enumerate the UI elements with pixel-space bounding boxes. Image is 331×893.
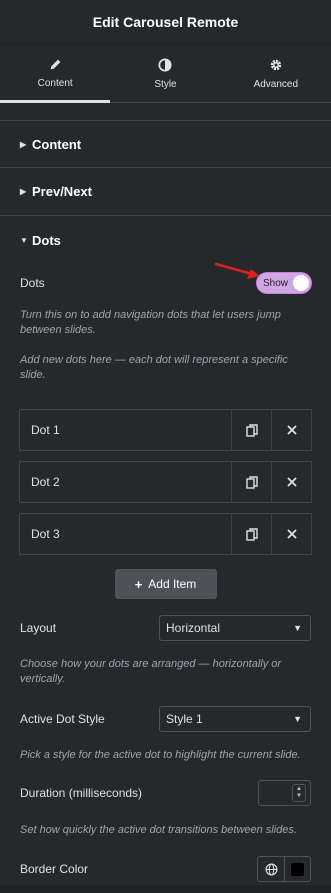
add-item-button[interactable]: + Add Item (114, 569, 217, 599)
repeater-item[interactable]: Dot 2 (19, 461, 312, 503)
section-content-header[interactable]: ▶ Content (0, 120, 331, 168)
pencil-icon (50, 59, 61, 70)
caret-right-icon: ▶ (20, 187, 27, 196)
duration-input[interactable]: ▲ ▼ (258, 780, 311, 806)
color-swatch-button[interactable] (285, 857, 310, 881)
layout-select[interactable]: Horizontal ▼ (159, 615, 311, 641)
section-prevnext-label: Prev/Next (32, 184, 92, 199)
caret-down-icon: ▼ (20, 235, 28, 245)
duplicate-icon[interactable] (231, 514, 271, 554)
active-dot-style-label: Active Dot Style (20, 712, 105, 726)
color-swatch (291, 862, 304, 876)
close-icon[interactable] (271, 514, 311, 554)
layout-row: Layout Horizontal ▼ (0, 614, 331, 642)
gear-icon (270, 59, 282, 70)
layout-description: Choose how your dots are arranged — hori… (20, 658, 282, 685)
dots-toggle-switch[interactable]: Show (257, 273, 311, 293)
caret-right-icon: ▶ (20, 139, 27, 149)
section-dots-header[interactable]: ▼ Dots (0, 216, 331, 264)
panel-header: Edit Carousel Remote (0, 0, 331, 45)
active-style-description: Pick a style for the active dot to highl… (20, 749, 301, 761)
duration-label: Duration (milliseconds) (20, 786, 143, 800)
number-stepper[interactable]: ▲ ▼ (292, 784, 306, 802)
layout-label: Layout (20, 621, 57, 635)
stepper-down-icon[interactable]: ▼ (296, 793, 302, 800)
tab-style[interactable]: Style (110, 45, 220, 102)
add-item-label: Add Item (148, 577, 197, 591)
duplicate-icon[interactable] (231, 410, 271, 450)
contrast-icon (158, 57, 173, 72)
border-color-label: Border Color (20, 862, 89, 876)
active-dot-style-select[interactable]: Style 1 ▼ (159, 706, 311, 732)
chevron-down-icon: ▼ (293, 623, 302, 633)
plus-icon: + (134, 576, 143, 592)
border-color-row: Border Color (0, 855, 331, 883)
active-dot-style-value: Style 1 (166, 712, 203, 726)
tab-advanced[interactable]: Advanced (221, 45, 331, 102)
duration-row: Duration (milliseconds) ▲ ▼ (0, 779, 331, 807)
close-icon[interactable] (271, 462, 311, 502)
border-color-control[interactable] (257, 856, 311, 882)
tab-advanced-label: Advanced (253, 78, 299, 90)
panel-title: Edit Carousel Remote (92, 14, 239, 30)
stepper-up-icon[interactable]: ▲ (296, 786, 302, 793)
repeater-item-title[interactable]: Dot 1 (20, 410, 231, 450)
dots-toggle-description: Turn this on to add navigation dots that… (20, 309, 281, 336)
red-arrow-icon (214, 262, 260, 279)
chevron-down-icon: ▼ (293, 714, 302, 724)
add-dots-description: Add new dots here — each dot will repres… (20, 354, 288, 381)
panel-footer-strip (0, 885, 331, 893)
active-dot-style-row: Active Dot Style Style 1 ▼ (0, 705, 331, 733)
toggle-state-label: Show (263, 277, 289, 289)
close-icon[interactable] (271, 410, 311, 450)
dots-toggle-row: Dots Show (0, 267, 331, 299)
globe-icon[interactable] (258, 857, 285, 881)
repeater-item[interactable]: Dot 1 (19, 409, 312, 451)
panel-tabs: Content Style Advanced (0, 45, 331, 103)
duration-description: Set how quickly the active dot transitio… (20, 824, 297, 836)
section-prevnext-header[interactable]: ▶ Prev/Next (0, 168, 331, 216)
repeater-item-title[interactable]: Dot 3 (20, 514, 231, 554)
repeater-list: Dot 1 Dot 2 Dot 3 (0, 409, 331, 555)
section-content-label: Content (32, 136, 82, 152)
duplicate-icon[interactable] (231, 462, 271, 502)
repeater-item-title[interactable]: Dot 2 (20, 462, 231, 502)
repeater-item[interactable]: Dot 3 (19, 513, 312, 555)
tab-style-label: Style (154, 78, 177, 90)
dots-toggle-label: Dots (20, 276, 45, 290)
layout-value: Horizontal (166, 621, 221, 635)
tab-content-label: Content (37, 78, 73, 89)
section-dots-label: Dots (32, 232, 61, 248)
tab-content[interactable]: Content (0, 45, 111, 103)
toggle-knob (293, 275, 309, 291)
